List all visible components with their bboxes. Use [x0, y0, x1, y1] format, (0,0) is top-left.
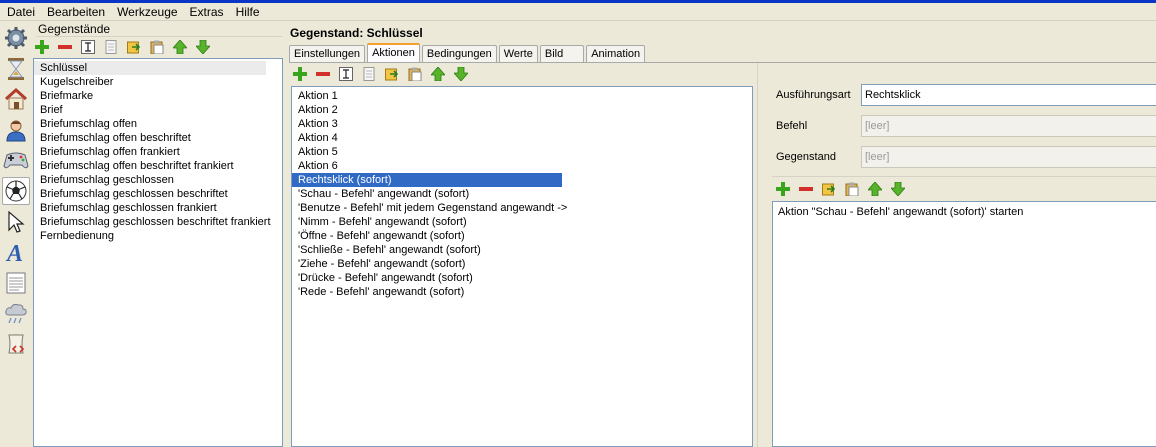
menu-extras[interactable]: Extras: [184, 5, 230, 19]
menu-datei[interactable]: Datei: [1, 5, 41, 19]
command-field[interactable]: [leer]: [861, 115, 1156, 137]
tab-bedingungen[interactable]: Bedingungen: [421, 45, 497, 63]
ball-icon[interactable]: [2, 177, 30, 205]
list-item[interactable]: Briefumschlag offen frankiert: [34, 145, 282, 159]
list-item[interactable]: 'Drücke - Befehl' angewandt (sofort): [292, 271, 752, 285]
list-item[interactable]: Schlüssel: [34, 61, 266, 75]
list-item[interactable]: Aktion 6: [292, 159, 752, 173]
duplicate-icon[interactable]: [384, 66, 400, 82]
editor-tabs: Einstellungen Aktionen Bedingungen Werte…: [289, 43, 647, 63]
script-icon[interactable]: [2, 330, 30, 358]
list-item[interactable]: 'Benutze - Befehl' mit jedem Gegenstand …: [292, 201, 752, 215]
paste-icon[interactable]: [407, 66, 423, 82]
person-icon[interactable]: [2, 116, 30, 144]
list-item[interactable]: Briefumschlag offen: [34, 117, 282, 131]
editor-title: Gegenstand: Schlüssel: [290, 26, 423, 40]
tab-divider: [289, 62, 1156, 63]
list-item[interactable]: Aktion 3: [292, 117, 752, 131]
hourglass-icon[interactable]: [2, 55, 30, 83]
text-icon[interactable]: A: [2, 238, 30, 266]
cursor-icon[interactable]: [2, 208, 30, 236]
remove-icon[interactable]: [57, 39, 73, 55]
move-down-icon[interactable]: [453, 66, 469, 82]
list-item[interactable]: 'Schließe - Befehl' angewandt (sofort): [292, 243, 752, 257]
list-item[interactable]: Aktion 2: [292, 103, 752, 117]
object-label: Gegenstand: [776, 151, 836, 163]
house-icon[interactable]: [2, 85, 30, 113]
remove-icon[interactable]: [798, 181, 814, 197]
list-item[interactable]: 'Rede - Befehl' angewandt (sofort): [292, 285, 752, 299]
copy-icon[interactable]: [103, 39, 119, 55]
tab-animation[interactable]: Animation: [586, 45, 646, 63]
list-item[interactable]: Brief: [34, 103, 282, 117]
list-item[interactable]: Aktion "Schau - Befehl' angewandt (sofor…: [773, 205, 1156, 219]
script-divider: [772, 176, 1156, 177]
script-list[interactable]: Aktion "Schau - Befehl' angewandt (sofor…: [772, 201, 1156, 447]
menu-bar: Datei Bearbeiten Werkzeuge Extras Hilfe: [0, 3, 1156, 21]
tab-einstellungen[interactable]: Einstellungen: [289, 45, 366, 63]
move-down-icon[interactable]: [195, 39, 211, 55]
svg-text:A: A: [5, 241, 23, 264]
list-item[interactable]: Kugelschreiber: [34, 75, 282, 89]
list-item[interactable]: Briefumschlag offen beschriftet frankier…: [34, 159, 282, 173]
add-icon[interactable]: [292, 66, 308, 82]
list-item[interactable]: 'Öffne - Befehl' angewandt (sofort): [292, 229, 752, 243]
rename-icon[interactable]: [80, 39, 96, 55]
list-item[interactable]: Aktion 1: [292, 89, 752, 103]
tab-aktionen[interactable]: Aktionen: [367, 43, 420, 63]
move-up-icon[interactable]: [867, 181, 883, 197]
add-icon[interactable]: [34, 39, 50, 55]
list-item[interactable]: 'Ziehe - Befehl' angewandt (sofort): [292, 257, 752, 271]
add-icon[interactable]: [775, 181, 791, 197]
menu-hilfe[interactable]: Hilfe: [230, 5, 266, 19]
objects-list[interactable]: Schlüssel Kugelschreiber Briefmarke Brie…: [33, 58, 283, 447]
remove-icon[interactable]: [315, 66, 331, 82]
actions-list[interactable]: Aktion 1 Aktion 2 Aktion 3 Aktion 4 Akti…: [291, 86, 753, 447]
command-label: Befehl: [776, 120, 808, 132]
list-item[interactable]: Briefumschlag geschlossen frankiert: [34, 201, 282, 215]
list-item[interactable]: 'Nimm - Befehl' angewandt (sofort): [292, 215, 752, 229]
objects-header-divider: [36, 36, 282, 37]
paste-icon[interactable]: [844, 181, 860, 197]
copy-icon[interactable]: [361, 66, 377, 82]
menu-werkzeuge[interactable]: Werkzeuge: [111, 5, 183, 19]
tab-bild[interactable]: Bild: [539, 45, 585, 63]
tool-bar: A: [0, 22, 32, 447]
objects-toolbar: [34, 38, 211, 56]
execution-type-field[interactable]: Rechtsklick: [861, 84, 1156, 106]
gear-icon[interactable]: [2, 24, 30, 52]
paste-icon[interactable]: [149, 39, 165, 55]
list-item[interactable]: Aktion 5: [292, 145, 752, 159]
gamepad-icon[interactable]: [2, 146, 30, 174]
duplicate-icon[interactable]: [126, 39, 142, 55]
document-icon[interactable]: [2, 269, 30, 297]
list-item[interactable]: Briefmarke: [34, 89, 282, 103]
duplicate-icon[interactable]: [821, 181, 837, 197]
list-item[interactable]: 'Schau - Befehl' angewandt (sofort): [292, 187, 752, 201]
object-field[interactable]: [leer]: [861, 146, 1156, 168]
menu-bearbeiten[interactable]: Bearbeiten: [41, 5, 111, 19]
actions-toolbar: [292, 65, 469, 83]
move-up-icon[interactable]: [430, 66, 446, 82]
move-up-icon[interactable]: [172, 39, 188, 55]
list-item[interactable]: Briefumschlag geschlossen beschriftet: [34, 187, 282, 201]
pane-splitter[interactable]: [757, 63, 758, 447]
weather-icon[interactable]: [2, 299, 30, 327]
move-down-icon[interactable]: [890, 181, 906, 197]
list-item[interactable]: Briefumschlag offen beschriftet: [34, 131, 282, 145]
rename-icon[interactable]: [338, 66, 354, 82]
list-item[interactable]: Aktion 4: [292, 131, 752, 145]
list-item[interactable]: Briefumschlag geschlossen beschriftet fr…: [34, 215, 282, 229]
objects-panel-title: Gegenstände: [38, 22, 111, 36]
tab-werte[interactable]: Werte: [498, 45, 538, 63]
list-item[interactable]: Rechtsklick (sofort): [292, 173, 562, 187]
script-toolbar: [775, 180, 906, 198]
list-item[interactable]: Briefumschlag geschlossen: [34, 173, 282, 187]
list-item[interactable]: Fernbedienung: [34, 229, 282, 243]
execution-label: Ausführungsart: [776, 89, 851, 101]
